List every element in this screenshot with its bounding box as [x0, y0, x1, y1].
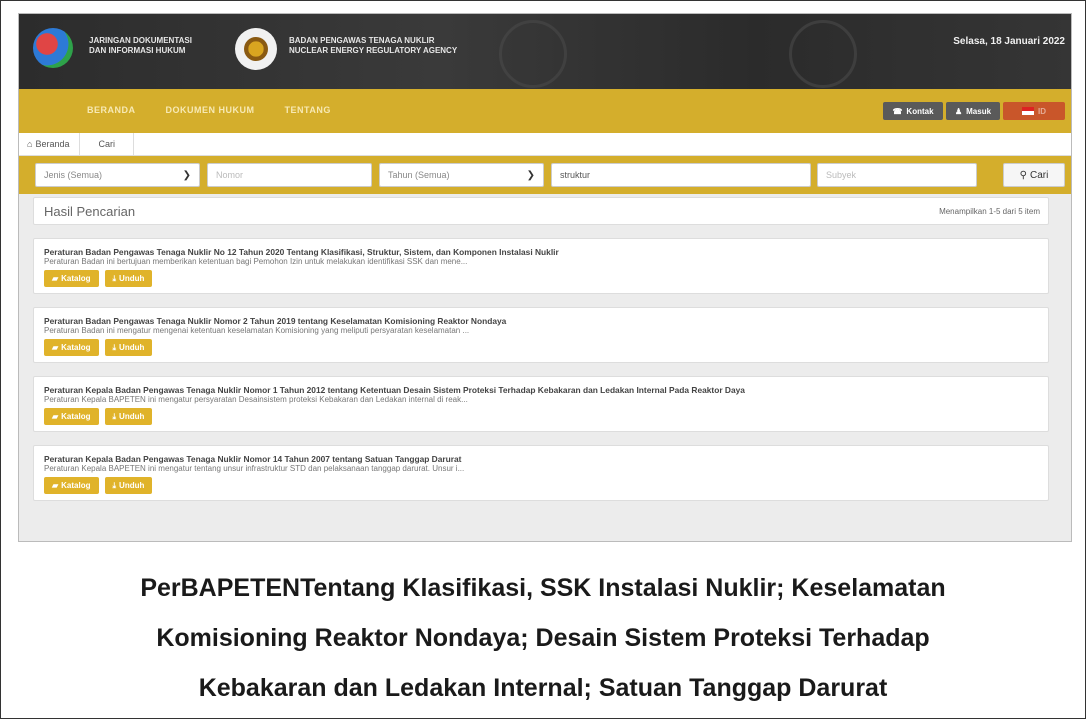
unduh-button[interactable]: ⤓ Unduh: [104, 477, 153, 494]
results-header: Hasil Pencarian Menampilkan 1-5 dari 5 i…: [33, 197, 1049, 225]
result-desc: Peraturan Badan ini mengatur mengenai ke…: [44, 326, 470, 335]
katalog-label: Katalog: [61, 481, 91, 490]
result-card: Peraturan Kepala Badan Pengawas Tenaga N…: [33, 376, 1049, 432]
unduh-label: Unduh: [119, 274, 145, 283]
katalog-button[interactable]: ▰ Katalog: [44, 339, 99, 356]
result-actions: ▰ Katalog ⤓ Unduh: [44, 408, 1038, 425]
result-title[interactable]: Peraturan Kepala Badan Pengawas Tenaga N…: [44, 385, 1038, 395]
download-icon: ⤓: [112, 342, 117, 352]
results-area: Hasil Pencarian Menampilkan 1-5 dari 5 i…: [17, 12, 1069, 539]
katalog-button[interactable]: ▰ Katalog: [44, 477, 99, 494]
result-actions: ▰ Katalog ⤓ Unduh: [44, 477, 1038, 494]
download-icon: ⤓: [112, 480, 117, 490]
result-card: Peraturan Badan Pengawas Tenaga Nuklir N…: [33, 238, 1049, 294]
figure-caption: PerBAPETENTentang Klasifikasi, SSK Insta…: [0, 563, 1086, 713]
result-card: Peraturan Kepala Badan Pengawas Tenaga N…: [33, 445, 1049, 501]
caption-line-1: PerBAPETENTentang Klasifikasi, SSK Insta…: [140, 574, 946, 602]
result-card: Peraturan Badan Pengawas Tenaga Nuklir N…: [33, 307, 1049, 363]
katalog-label: Katalog: [61, 343, 91, 352]
result-title[interactable]: Peraturan Badan Pengawas Tenaga Nuklir N…: [44, 247, 1038, 257]
book-icon: ▰: [52, 343, 59, 352]
results-panel: Hasil Pencarian Menampilkan 1-5 dari 5 i…: [33, 197, 1049, 501]
katalog-label: Katalog: [61, 412, 91, 421]
katalog-button[interactable]: ▰ Katalog: [44, 408, 99, 425]
results-heading: Hasil Pencarian: [44, 204, 136, 219]
result-desc: Peraturan Badan ini bertujuan memberikan…: [44, 257, 468, 266]
unduh-label: Unduh: [119, 412, 145, 421]
results-count: Menampilkan 1-5 dari 5 item: [939, 207, 1040, 216]
download-icon: ⤓: [112, 411, 117, 421]
katalog-button[interactable]: ▰ Katalog: [44, 270, 99, 287]
caption-line-3: Kebakaran dan Ledakan Internal; Satuan T…: [198, 674, 888, 702]
book-icon: ▰: [52, 274, 59, 283]
download-icon: ⤓: [112, 273, 117, 283]
result-actions: ▰ Katalog ⤓ Unduh: [44, 339, 1038, 356]
result-title[interactable]: Peraturan Kepala Badan Pengawas Tenaga N…: [44, 454, 1038, 464]
result-desc: Peraturan Kepala BAPETEN ini mengatur pe…: [44, 395, 468, 404]
unduh-label: Unduh: [119, 481, 145, 490]
result-actions: ▰ Katalog ⤓ Unduh: [44, 270, 1038, 287]
unduh-button[interactable]: ⤓ Unduh: [104, 270, 153, 287]
result-desc: Peraturan Kepala BAPETEN ini mengatur te…: [44, 464, 465, 473]
result-title[interactable]: Peraturan Badan Pengawas Tenaga Nuklir N…: [44, 316, 1038, 326]
katalog-label: Katalog: [61, 274, 91, 283]
caption-line-2: Komisioning Reaktor Nondaya; Desain Sist…: [156, 624, 930, 652]
unduh-label: Unduh: [119, 343, 145, 352]
unduh-button[interactable]: ⤓ Unduh: [104, 339, 153, 356]
book-icon: ▰: [52, 412, 59, 421]
unduh-button[interactable]: ⤓ Unduh: [104, 408, 153, 425]
book-icon: ▰: [52, 481, 59, 490]
